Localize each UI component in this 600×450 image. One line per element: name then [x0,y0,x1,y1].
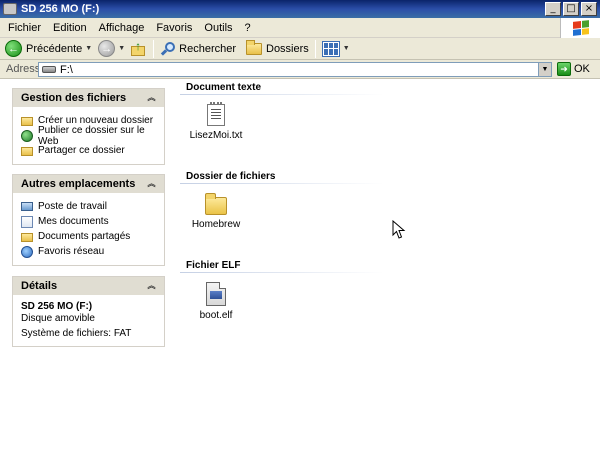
forward-button[interactable]: → ▼ [95,39,128,59]
windows-logo [560,18,600,38]
views-button[interactable]: ▼ [319,39,353,59]
other-places-header[interactable]: Autres emplacements ︽ [13,175,164,193]
drive-icon [3,3,17,15]
collapse-chevron-icon[interactable]: ︽ [145,178,158,191]
task-pane: Gestion des fichiers ︽ Créer un nouveau … [0,80,176,450]
forward-arrow-icon: → [98,40,116,57]
back-button[interactable]: ← Précédente ▼ [0,39,95,59]
back-label: Précédente [26,42,83,55]
go-arrow-icon: ➜ [557,62,571,76]
collapse-chevron-icon[interactable]: ︽ [145,280,158,293]
details-type: Disque amovible [21,313,95,324]
file-label: Homebrew [191,219,241,230]
folders-icon [246,39,262,55]
other-places-panel: Autres emplacements ︽ Poste de travail M… [12,174,165,266]
shared-documents-icon [21,233,33,242]
go-label: OK [574,63,590,75]
group-title: Dossier de fichiers [186,171,276,182]
details-filesystem: Système de fichiers: FAT [21,328,132,339]
file-view[interactable]: Document texte LisezMoi.txt Dossier de f… [176,80,600,450]
file-tasks-title: Gestion des fichiers [21,92,127,104]
title-bar[interactable]: SD 256 MO (F:) _ □ × [0,0,600,18]
file-lisezmoi[interactable]: LisezMoi.txt [176,102,256,141]
publish-web-icon [21,129,33,142]
group-title: Fichier ELF [186,260,241,271]
menu-help[interactable]: ? [239,22,257,34]
network-places-icon [21,245,33,258]
task-publish-web[interactable]: Publier ce dossier sur le Web [21,125,164,147]
minimize-button[interactable]: _ [545,2,561,16]
views-icon [321,40,340,57]
new-folder-icon [21,117,33,126]
task-label: Publier ce dossier sur le Web [38,124,145,147]
search-icon [160,41,176,57]
text-file-icon [207,102,225,126]
maximize-button[interactable]: □ [563,2,579,16]
details-title: Détails [21,280,58,292]
folders-button[interactable]: Dossiers [243,39,312,59]
place-label: Favoris réseau [38,246,105,257]
place-label: Poste de travail [38,201,107,212]
place-network[interactable]: Favoris réseau [21,244,164,259]
my-computer-icon [21,202,33,211]
details-header[interactable]: Détails ︽ [13,277,164,295]
folder-icon [205,193,227,215]
file-tasks-panel: Gestion des fichiers ︽ Créer un nouveau … [12,88,165,165]
menu-bar: Fichier Edition Affichage Favoris Outils… [0,18,600,38]
views-dropdown-icon[interactable]: ▼ [343,45,350,52]
collapse-chevron-icon[interactable]: ︽ [145,92,158,105]
go-button[interactable]: ➜ OK [557,62,590,76]
menu-outils[interactable]: Outils [198,22,238,34]
close-button[interactable]: × [581,2,597,16]
file-label: LisezMoi.txt [189,130,243,141]
up-folder-icon: ↑ [131,39,147,57]
elf-file-icon [206,282,226,306]
folder-homebrew[interactable]: Homebrew [176,193,256,230]
address-value: F:\ [60,63,73,76]
group-divider [180,183,384,184]
menu-fichier[interactable]: Fichier [0,22,47,34]
menu-edition[interactable]: Edition [47,22,93,34]
mouse-cursor-icon [392,220,406,239]
toolbar-separator [153,39,155,58]
forward-dropdown-icon[interactable]: ▼ [118,45,125,52]
up-folder-button[interactable]: ↑ [128,39,150,59]
group-divider [180,272,384,273]
back-dropdown-icon[interactable]: ▼ [85,45,92,52]
window-controls: _ □ × [545,2,597,16]
share-folder-icon [21,147,33,156]
menu-favoris[interactable]: Favoris [150,22,198,34]
place-shared-documents[interactable]: Documents partagés [21,229,164,244]
folders-label: Dossiers [266,42,309,55]
address-input[interactable]: F:\ ▼ [38,62,552,77]
address-bar: Adresse F:\ ▼ ➜ OK [0,60,600,79]
toolbar-separator [314,39,316,58]
place-my-computer[interactable]: Poste de travail [21,199,164,214]
file-label: boot.elf [199,310,233,321]
place-label: Mes documents [38,216,109,227]
removable-drive-icon [42,66,56,73]
file-tasks-header[interactable]: Gestion des fichiers ︽ [13,89,164,107]
window-title: SD 256 MO (F:) [21,3,100,15]
menu-affichage[interactable]: Affichage [93,22,151,34]
task-label: Partager ce dossier [38,145,125,156]
address-dropdown-button[interactable]: ▼ [538,63,551,76]
search-label: Rechercher [179,42,236,55]
other-places-title: Autres emplacements [21,178,136,190]
place-my-documents[interactable]: Mes documents [21,214,164,229]
back-arrow-icon: ← [5,40,22,57]
address-label: Adresse [6,63,47,75]
details-name: SD 256 MO (F:) [21,301,93,312]
place-label: Documents partagés [38,231,131,242]
search-button[interactable]: Rechercher [157,39,239,59]
toolbar: ← Précédente ▼ → ▼ ↑ Rechercher Dossiers… [0,38,600,60]
group-divider [180,94,384,95]
file-boot-elf[interactable]: boot.elf [176,282,256,321]
group-title: Document texte [186,82,262,93]
windows-flag-icon [572,20,589,36]
details-panel: Détails ︽ SD 256 MO (F:) Disque amovible… [12,276,165,347]
my-documents-icon [21,215,33,228]
